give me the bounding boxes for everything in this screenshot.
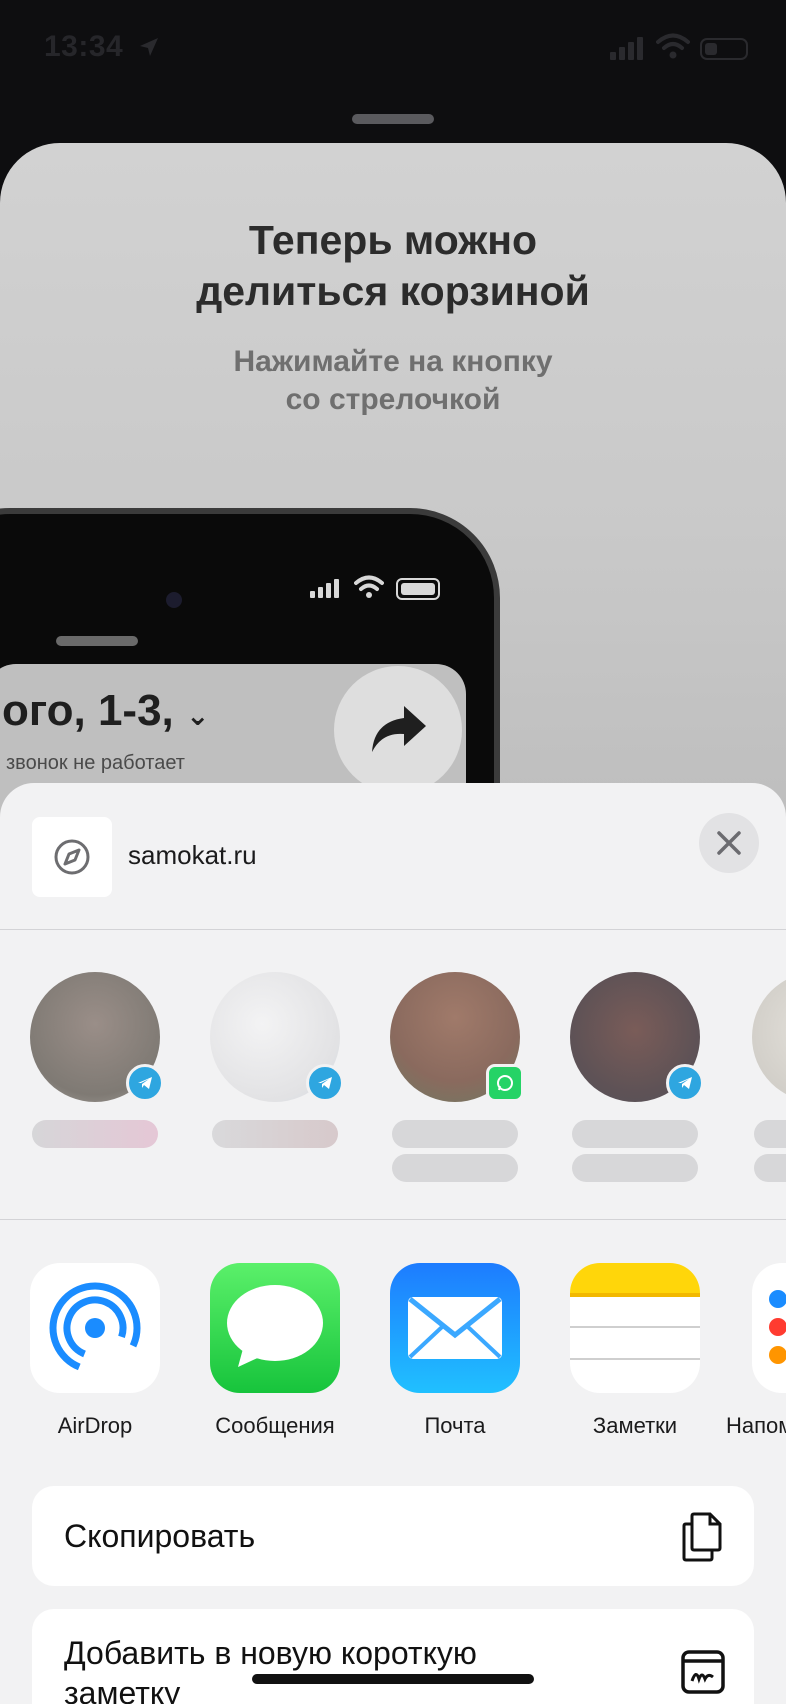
app-label: Напоминания [726,1413,786,1438]
battery-icon [700,38,748,60]
app-label: AirDrop [57,1413,133,1438]
chevron-down-icon: ⌄ [186,700,210,731]
contact-name-placeholder [212,1120,338,1148]
messages-icon [210,1263,340,1393]
quick-note-label-line2: заметку [64,1675,181,1704]
copy-action[interactable]: Скопировать [32,1486,754,1586]
airdrop-icon [30,1263,160,1393]
phone-signal-icon [310,579,339,598]
phone-address-text: ого, 1-3, [2,686,174,735]
cellular-signal-icon [610,37,643,60]
app-label: Почта [424,1413,486,1438]
app-label: Сообщения [215,1413,335,1438]
promo-title-line1: Теперь можно [248,217,538,263]
compass-icon [54,839,90,875]
phone-note: звонок не работает [6,752,185,774]
whatsapp-icon [486,1064,524,1102]
contact-name-placeholder [392,1154,518,1182]
phone-battery-icon [396,578,440,600]
telegram-icon [666,1064,704,1102]
status-time: 13:34 [44,30,124,63]
promo-sheet: Теперь можно делиться корзиной Нажимайте… [0,143,786,843]
quick-note-label: Добавить в новую короткую заметку [64,1633,477,1704]
contact-name-placeholder [392,1120,518,1148]
quick-note-label-line1: Добавить в новую короткую [64,1635,477,1671]
close-icon [717,831,741,855]
mail-icon [390,1263,520,1393]
promo-title: Теперь можно делиться корзиной [0,215,786,317]
home-indicator[interactable] [252,1674,534,1684]
contact-name-placeholder [572,1154,698,1182]
shared-site-title: samokat.ru [128,840,257,870]
phone-camera [166,592,182,608]
contact-name-placeholder [572,1120,698,1148]
promo-subtitle-line1: Нажимайте на кнопку [233,345,553,378]
quick-note-icon [681,1650,725,1694]
telegram-icon [306,1064,344,1102]
phone-address: ого, 1-3, ⌄ [2,686,209,736]
share-arrow-icon [372,706,426,752]
app-label: Заметки [592,1413,678,1438]
share-header: samokat.ru [0,783,786,929]
site-favicon [32,817,112,897]
contact-name-placeholder [754,1154,786,1182]
phone-wifi-icon [354,575,384,598]
notes-icon [570,1263,700,1393]
avatar [752,972,786,1102]
phone-share-button [334,666,462,794]
copy-icon [682,1512,722,1562]
telegram-icon [126,1064,164,1102]
divider [0,929,786,930]
status-bar: 13:34 [0,0,786,100]
close-button[interactable] [699,813,759,873]
share-sheet: samokat.ru AirDrop Сообщения Почта Замет… [0,783,786,1704]
promo-subtitle: Нажимайте на кнопку со стрелочкой [0,343,786,419]
promo-title-line2: делиться корзиной [196,268,590,314]
contact-name-placeholder [754,1120,786,1148]
location-arrow-icon [140,38,158,56]
phone-grabber [56,636,138,646]
copy-label: Скопировать [64,1518,256,1554]
quick-note-action[interactable]: Добавить в новую короткую заметку [32,1609,754,1704]
divider [0,1219,786,1220]
wifi-icon [656,33,690,59]
promo-subtitle-line2: со стрелочкой [285,383,501,416]
reminders-icon [752,1263,786,1393]
sheet-grabber[interactable] [352,114,434,124]
contact-name-placeholder [32,1120,158,1148]
